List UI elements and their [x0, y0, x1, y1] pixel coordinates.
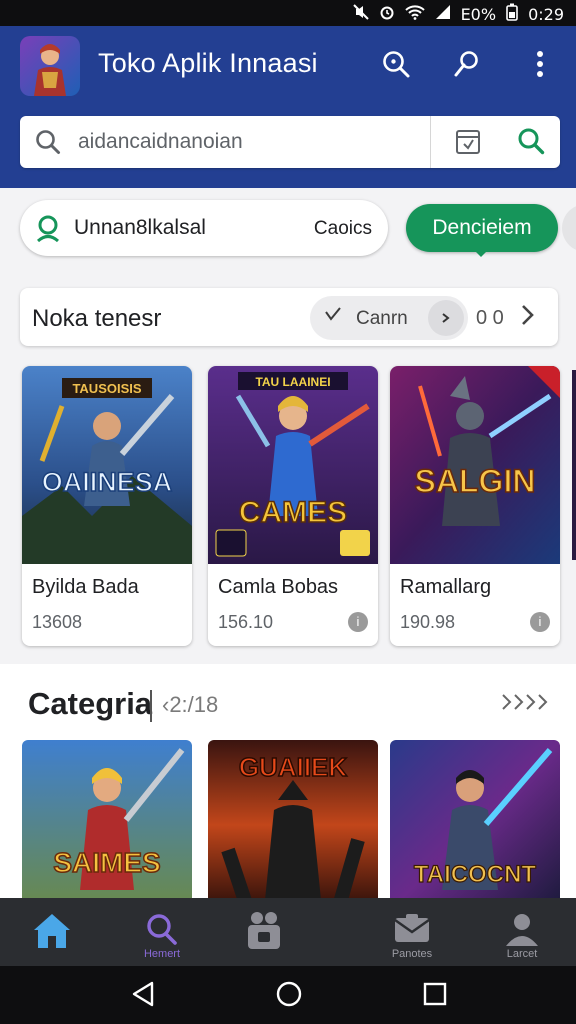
pin-button[interactable] [446, 44, 486, 84]
search-bar: aidancaidnanoian [20, 116, 560, 168]
more-vert-icon [537, 51, 543, 77]
home-icon [34, 914, 70, 948]
cover-title-text: CAMES [239, 496, 347, 529]
app-logo[interactable] [20, 36, 80, 96]
back-button[interactable] [130, 980, 156, 1013]
recents-button[interactable] [422, 980, 448, 1013]
toggle-knob[interactable] [428, 300, 464, 336]
cover-banner-text: TAUSOISIS [72, 381, 141, 396]
game-title: Ramallarg [400, 576, 492, 598]
film-camera-icon [248, 912, 280, 949]
game-cover-art: TAU LAAINEI CAMES [208, 366, 378, 564]
app-bar: Toko Aplik Innaasi aidancaidnanoian [0, 26, 576, 188]
search-icon [34, 128, 62, 161]
tile-title-text: TAICOCNT [414, 861, 537, 888]
chevron-triple-icon [502, 694, 548, 710]
search-divider [430, 116, 431, 168]
search-input[interactable]: aidancaidnanoian [78, 130, 243, 154]
info-icon[interactable]: i [348, 612, 368, 632]
more-button[interactable] [520, 44, 560, 84]
tile-title-text: SAIMES [53, 847, 160, 878]
download-tooltip-pointer [474, 250, 488, 257]
home-circle-icon [276, 981, 302, 1007]
calendar-icon[interactable] [454, 127, 482, 162]
game-card[interactable]: TAUSOISIS OAIINESA Byilda Bada 13608 [22, 366, 192, 646]
cover-title-text: OAIINESA [42, 467, 173, 497]
category-art: SAIMES [22, 740, 192, 910]
chevron-right-icon [442, 313, 450, 323]
nav-media[interactable] [216, 898, 312, 966]
nav-label: Larcet [506, 948, 538, 960]
filter-row: Unnan8lkalsal Caoics Dencieiem [0, 200, 576, 262]
section-title: Categria [28, 686, 153, 721]
game-price: 156.10 [218, 612, 274, 632]
category-tile[interactable]: GUAIIEK [208, 740, 378, 910]
bottom-navigation: Hemert Panotes Larcet [0, 898, 576, 966]
mute-icon [352, 4, 369, 24]
recents-square-icon [423, 982, 447, 1006]
app-title: Toko Aplik Innaasi [98, 48, 318, 78]
alarm-icon [379, 4, 395, 24]
search-button[interactable] [376, 44, 416, 84]
inbox-icon [394, 914, 430, 942]
cover-title-text: SALGIN [415, 463, 536, 499]
chevron-right-icon [522, 305, 534, 325]
battery-text: E0% [460, 4, 497, 24]
game-price: 190.98 [400, 612, 456, 632]
download-button[interactable]: Dencieiem [406, 204, 558, 252]
status-bar: E0% 0:29 [0, 0, 576, 26]
wifi-icon [404, 4, 425, 24]
game-card[interactable]: SALGIN Ramallarg 190.98 i [390, 366, 560, 646]
game-cover-art: TAUSOISIS OAIINESA [22, 366, 192, 564]
category-art: TAICOCNT [390, 740, 560, 910]
item-count: 0 0 [476, 307, 504, 329]
sort-toggle[interactable]: Canrn [310, 296, 468, 340]
category-tile[interactable]: TAICOCNT [390, 740, 560, 910]
sort-label: Canrn [356, 308, 408, 329]
search-icon [383, 51, 410, 78]
filter-option[interactable]: Caoics [314, 218, 372, 240]
search-person-icon [34, 214, 64, 249]
category-filter[interactable]: Unnan8lkalsal Caoics [20, 200, 388, 256]
nav-profile[interactable]: Larcet [474, 898, 570, 966]
battery-icon [506, 3, 518, 25]
see-all-button[interactable] [500, 692, 552, 718]
nav-label: Panotes [391, 948, 433, 960]
nav-search[interactable]: Hemert [114, 898, 210, 966]
nav-inbox[interactable]: Panotes [364, 898, 460, 966]
game-title: Byilda Bada [32, 576, 139, 598]
title-separator [150, 690, 152, 722]
system-navigation [0, 966, 576, 1024]
game-card[interactable]: TAU LAAINEI CAMES Camla Bobas 156.10 i [208, 366, 378, 646]
next-card-peek[interactable] [572, 370, 576, 560]
game-title: Camla Bobas [218, 576, 339, 598]
filter-label: Unnan8lkalsal [74, 216, 206, 239]
edge-toggle[interactable] [562, 204, 576, 252]
game-cover-art: SALGIN [390, 366, 560, 564]
pin-icon [454, 51, 478, 77]
check-icon [324, 306, 342, 329]
person-icon [506, 914, 538, 946]
home-button[interactable] [275, 980, 303, 1013]
section-subtitle: ‹2:/18 [162, 692, 219, 717]
game-price: 13608 [32, 612, 83, 632]
nav-home[interactable] [4, 898, 100, 966]
back-triangle-icon [132, 981, 154, 1007]
see-more-button[interactable] [520, 302, 536, 335]
nav-label: Hemert [143, 948, 181, 960]
category-art: GUAIIEK [208, 740, 378, 910]
clock: 0:29 [528, 4, 564, 24]
cover-banner-text: TAU LAAINEI [255, 375, 330, 389]
section-title: Noka tenesr [32, 305, 162, 332]
info-icon[interactable]: i [530, 612, 550, 632]
signal-icon [435, 4, 451, 24]
category-tile[interactable]: SAIMES [22, 740, 192, 910]
search-submit-icon[interactable] [516, 126, 546, 161]
section-header: Noka tenesr Canrn 0 0 [20, 288, 558, 346]
tile-title-text: GUAIIEK [239, 752, 348, 782]
search-icon [147, 914, 177, 945]
